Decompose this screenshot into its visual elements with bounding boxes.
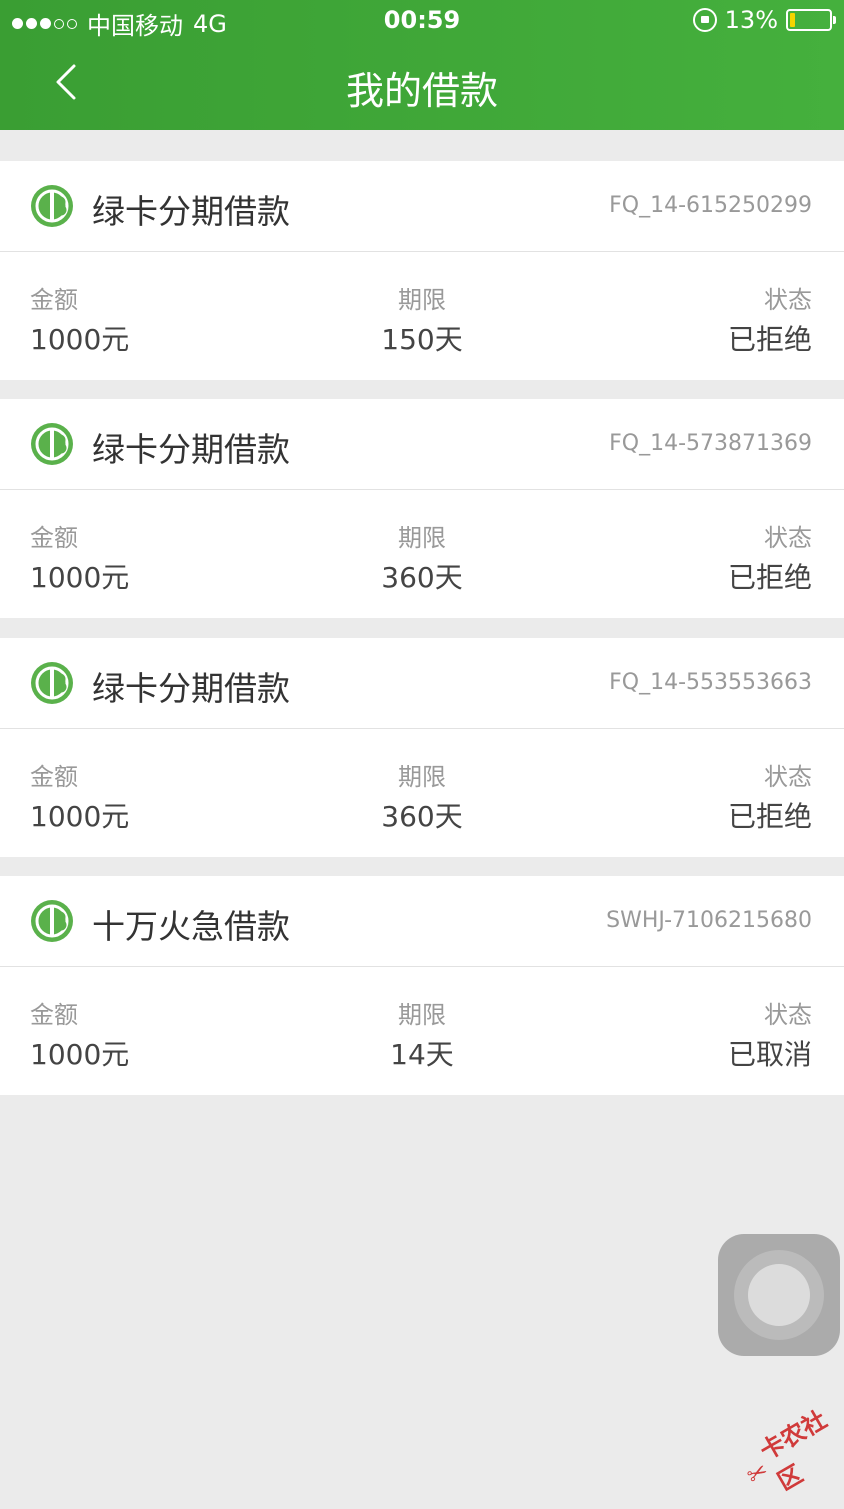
state-label: 状态 xyxy=(764,524,812,552)
term-label: 期限 xyxy=(398,286,446,314)
state-label: 状态 xyxy=(764,286,812,314)
loan-name: 十万火急借款 xyxy=(92,907,290,946)
loan-code: FQ_14-553553663 xyxy=(609,670,812,695)
loan-name: 绿卡分期借款 xyxy=(92,430,290,469)
term-label: 期限 xyxy=(398,524,446,552)
state-value: 已取消 xyxy=(727,1038,812,1071)
assistive-touch-button[interactable] xyxy=(718,1234,840,1356)
state-value: 已拒绝 xyxy=(727,323,812,356)
page-title: 我的借款 xyxy=(345,69,498,113)
term-label: 期限 xyxy=(398,763,446,791)
app-header: 中国移动 4G 00:59 13% 我的借款 xyxy=(0,0,844,130)
loan-name: 绿卡分期借款 xyxy=(92,192,290,231)
loan-card[interactable]: 绿卡分期借款 FQ_14-573871369 金额 1000元 期限 360天 … xyxy=(0,399,844,618)
loan-card[interactable]: 十万火急借款 SWHJ-7106215680 金额 1000元 期限 14天 状… xyxy=(0,876,844,1095)
state-label: 状态 xyxy=(764,763,812,791)
status-bar: 中国移动 4G 00:59 13% xyxy=(0,0,844,44)
term-value: 360天 xyxy=(381,800,463,833)
assistive-touch-icon xyxy=(748,1264,810,1326)
loan-name: 绿卡分期借款 xyxy=(92,669,290,708)
battery-icon xyxy=(786,9,836,31)
term-label: 期限 xyxy=(398,1001,446,1029)
term-value: 14天 xyxy=(390,1038,454,1071)
loan-code: FQ_14-615250299 xyxy=(609,193,812,218)
loan-card[interactable]: 绿卡分期借款 FQ_14-615250299 金额 1000元 期限 150天 … xyxy=(0,161,844,380)
term-value: 360天 xyxy=(381,561,463,594)
state-label: 状态 xyxy=(764,1001,812,1029)
term-value: 150天 xyxy=(381,323,463,356)
battery-percent: 13% xyxy=(724,6,778,34)
loan-code: FQ_14-573871369 xyxy=(609,431,812,456)
loan-logo-icon xyxy=(31,662,73,704)
watermark: ✂ 卡农社区 xyxy=(731,1397,844,1509)
loan-logo-icon xyxy=(31,423,73,465)
loan-logo-icon xyxy=(31,185,73,227)
loan-card[interactable]: 绿卡分期借款 FQ_14-553553663 金额 1000元 期限 360天 … xyxy=(0,638,844,857)
rotation-lock-icon xyxy=(692,8,717,32)
loan-code: SWHJ-7106215680 xyxy=(606,908,812,933)
loan-logo-icon xyxy=(31,900,73,942)
state-value: 已拒绝 xyxy=(727,561,812,594)
state-value: 已拒绝 xyxy=(727,800,812,833)
